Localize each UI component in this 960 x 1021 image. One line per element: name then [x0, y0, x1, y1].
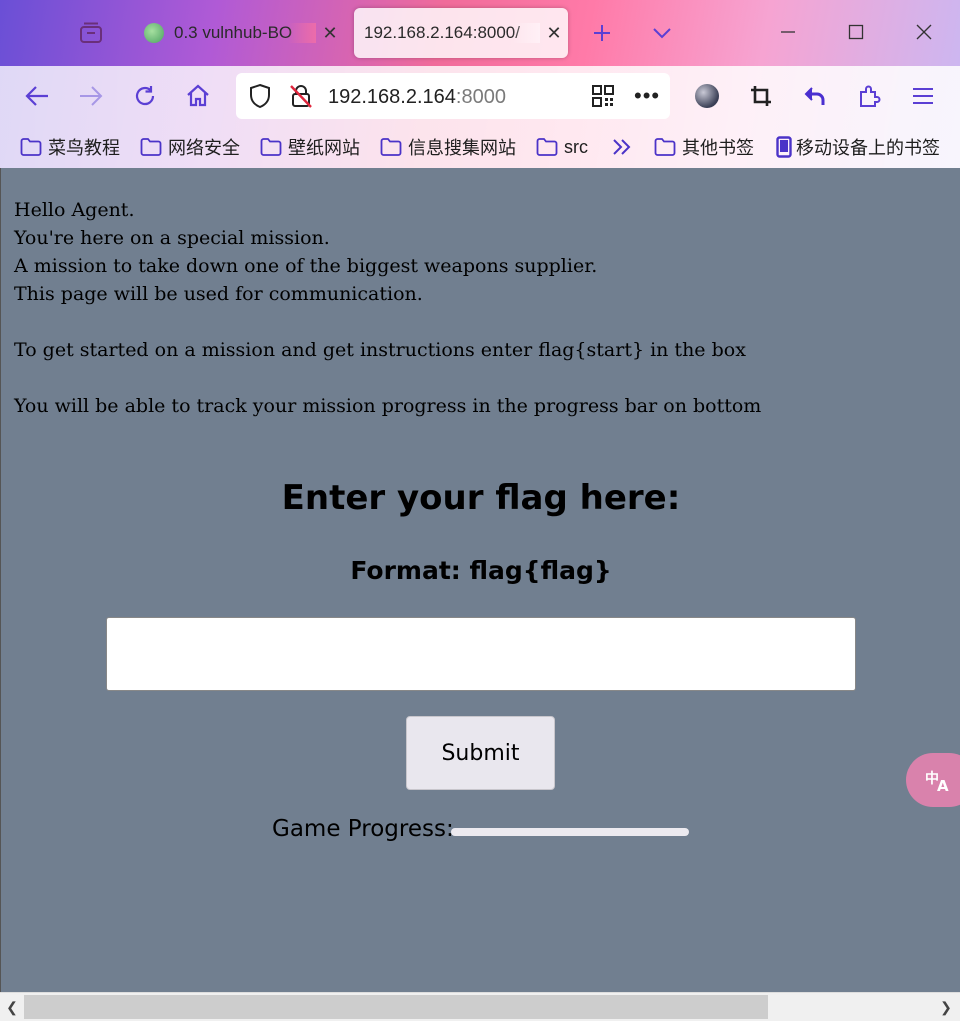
tab-vulnhub[interactable]: 0.3 vulnhub-BO ✕ — [134, 8, 344, 58]
intro-line: A mission to take down one of the bigges… — [14, 255, 598, 277]
plus-icon[interactable] — [586, 16, 618, 50]
chevron-down-icon[interactable] — [646, 16, 678, 50]
scroll-left-icon[interactable]: ❮ — [2, 997, 22, 1017]
bookmark-label: 网络安全 — [168, 138, 240, 158]
submit-button[interactable]: Submit — [406, 716, 555, 790]
back-arrow-icon[interactable] — [19, 78, 55, 114]
folder-icon — [654, 138, 676, 156]
bookmark-label: 菜鸟教程 — [48, 138, 120, 158]
crop-icon[interactable] — [743, 78, 779, 114]
bookmark-label: 壁纸网站 — [288, 138, 360, 158]
bookmark-folder[interactable]: src — [536, 134, 588, 160]
bookmark-folder[interactable]: 网络安全 — [140, 134, 240, 160]
bookmark-label: src — [564, 136, 588, 157]
folder-icon — [380, 138, 402, 156]
tab-overview-icon[interactable] — [72, 18, 110, 48]
flag-input[interactable] — [106, 617, 856, 691]
bookmark-folder[interactable]: 信息搜集网站 — [380, 134, 516, 160]
bookmark-label: 其他书签 — [682, 138, 754, 158]
close-icon[interactable] — [904, 14, 944, 50]
intro-line: This page will be used for communication… — [14, 283, 423, 305]
scroll-right-icon[interactable]: ❯ — [936, 997, 956, 1017]
mobile-device-icon — [776, 136, 792, 158]
bookmarks-toolbar: 菜鸟教程 网络安全 壁纸网站 信息搜集网站 src 其他书签 移动设备上的书签 — [0, 126, 960, 168]
shield-icon[interactable] — [248, 83, 272, 114]
close-tab-icon[interactable]: ✕ — [316, 23, 344, 44]
folder-icon — [536, 138, 558, 156]
site-favicon-icon — [144, 23, 164, 43]
format-hint: Format: flag{flag} — [350, 556, 612, 585]
intro-line: You're here on a special mission. — [14, 227, 330, 249]
intro-line: You will be able to track your mission p… — [14, 395, 762, 417]
bookmark-label: 移动设备上的书签 — [796, 138, 940, 158]
intro-line: To get started on a mission and get inst… — [14, 339, 746, 361]
insecure-lock-icon[interactable] — [288, 83, 314, 114]
hamburger-menu-icon[interactable] — [905, 78, 941, 114]
page-title: Enter your flag here: — [281, 478, 681, 518]
horizontal-scrollbar[interactable]: ❮ ❯ — [0, 992, 960, 1021]
bookmark-folder[interactable]: 壁纸网站 — [260, 134, 360, 160]
intro-line — [14, 364, 761, 392]
bookmark-folder[interactable]: 其他书签 — [654, 134, 754, 160]
more-icon[interactable]: ••• — [634, 83, 660, 109]
folder-icon — [140, 138, 162, 156]
reload-icon[interactable] — [127, 78, 163, 114]
folder-icon — [20, 138, 42, 156]
maximize-icon[interactable] — [836, 14, 876, 50]
intro-line — [14, 308, 761, 336]
svg-text:A: A — [937, 777, 949, 793]
address-bar[interactable]: 192.168.2.164:8000 ••• — [236, 73, 670, 119]
url-host: 192.168.2.164 — [328, 86, 456, 108]
folder-icon — [260, 138, 282, 156]
page-content: Hello Agent. You're here on a special mis… — [0, 168, 960, 992]
double-chevron-icon[interactable] — [610, 134, 640, 160]
bookmark-label: 信息搜集网站 — [408, 138, 516, 158]
url-port: :8000 — [455, 86, 506, 108]
navigation-toolbar: 192.168.2.164:8000 ••• — [0, 66, 960, 126]
progress-label: Game Progress: — [272, 816, 454, 842]
qr-code-icon[interactable] — [592, 85, 614, 112]
home-icon[interactable] — [180, 78, 216, 114]
extensions-icon[interactable] — [851, 78, 887, 114]
tab-active[interactable]: 192.168.2.164:8000/ ✕ — [354, 8, 568, 58]
browser-chrome: 0.3 vulnhub-BO ✕ 192.168.2.164:8000/ ✕ 1… — [0, 0, 960, 168]
avatar[interactable] — [689, 78, 725, 114]
tab-title: 192.168.2.164:8000/ — [354, 23, 540, 43]
minimize-icon[interactable] — [768, 14, 808, 50]
game-progress-bar — [451, 828, 689, 836]
intro-text: Hello Agent. You're here on a special mis… — [14, 196, 761, 420]
forward-arrow-icon[interactable] — [73, 78, 109, 114]
scrollbar-thumb[interactable] — [24, 995, 768, 1019]
bookmark-folder[interactable]: 移动设备上的书签 — [776, 134, 940, 160]
url-text[interactable]: 192.168.2.164:8000 — [328, 86, 506, 109]
undo-icon[interactable] — [797, 78, 833, 114]
bookmark-folder[interactable]: 菜鸟教程 — [20, 134, 120, 160]
tab-title: 0.3 vulnhub-BO — [174, 23, 316, 43]
tab-strip: 0.3 vulnhub-BO ✕ 192.168.2.164:8000/ ✕ — [0, 0, 960, 66]
close-tab-icon[interactable]: ✕ — [540, 23, 568, 44]
intro-line: Hello Agent. — [14, 199, 135, 221]
translate-icon[interactable]: 中A — [906, 753, 960, 807]
